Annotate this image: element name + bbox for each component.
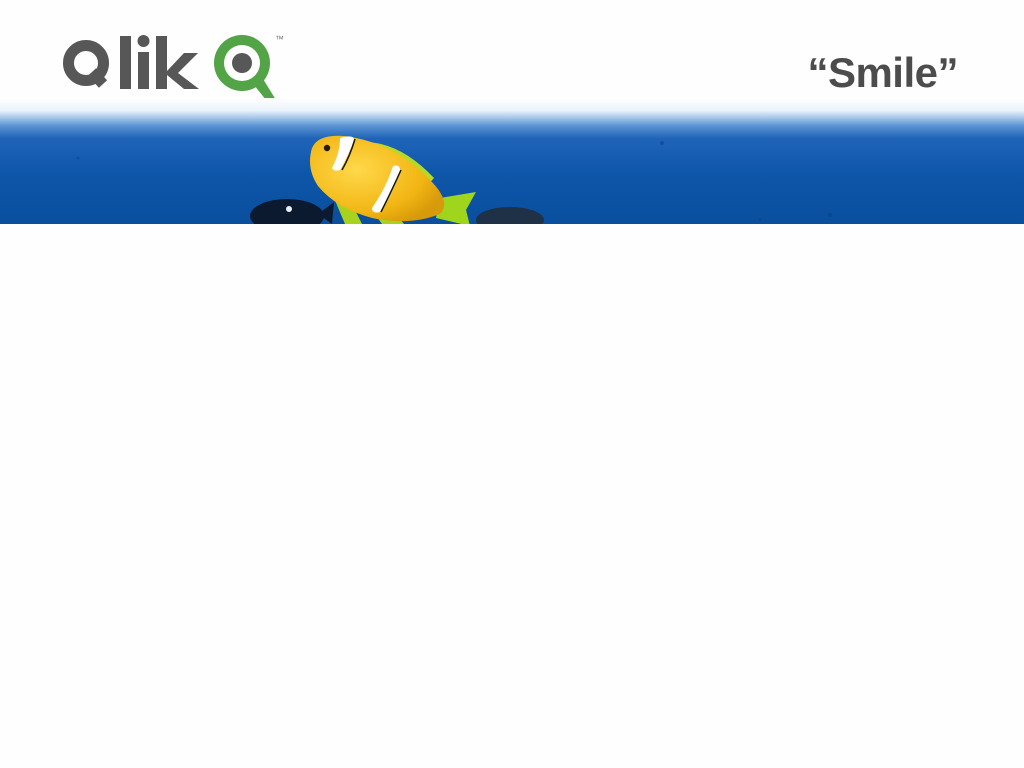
banner-image <box>0 98 1024 224</box>
trademark-symbol: ™ <box>275 34 284 44</box>
qlik-logo: ™ <box>63 34 284 100</box>
ocean-background <box>0 98 1024 224</box>
slide-title: “Smile” <box>807 49 958 96</box>
slide: ™ “Smile” <box>0 0 1024 768</box>
logo-letter-q <box>63 40 109 88</box>
logo-letter-i <box>137 35 150 89</box>
slide-body <box>0 224 1024 768</box>
logo-letter-k <box>156 36 199 89</box>
logo-letter-l <box>120 36 131 89</box>
qlik-mark-icon <box>214 35 276 100</box>
